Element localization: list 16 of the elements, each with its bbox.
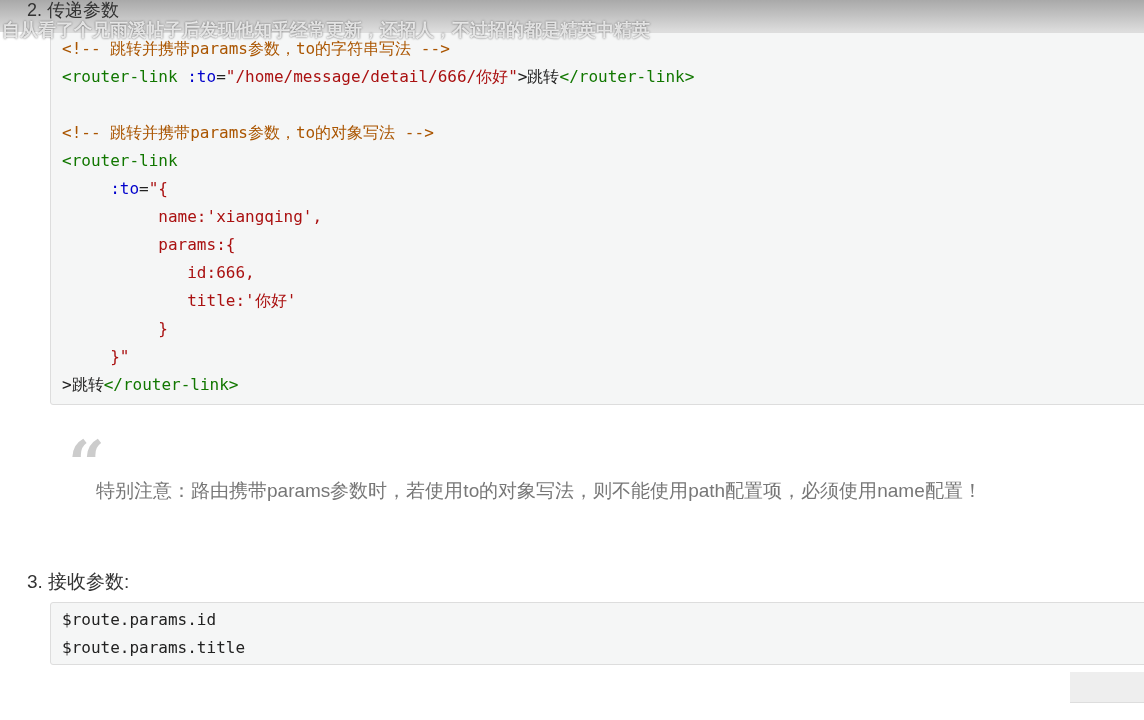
code-line: params:{: [157, 235, 236, 254]
code-line: $route.params.id: [62, 610, 217, 629]
code-line: id:666,: [186, 263, 255, 282]
section-heading: 3. 接收参数:: [27, 570, 130, 594]
code-line: :to="{: [109, 179, 168, 198]
code-line: name:'xiangqing',: [157, 207, 323, 226]
code-line: <!-- 跳转并携带params参数，to的字符串写法 -->: [62, 39, 450, 58]
code-line: <router-link: [62, 151, 178, 170]
code-line: }: [157, 319, 168, 338]
section-heading: 2. 传递参数: [27, 0, 119, 20]
code-line: title:'你好': [186, 291, 297, 310]
code-line: >跳转</router-link>: [62, 375, 239, 394]
code-line: }": [109, 347, 130, 366]
code-line: <router-link :to="/home/message/detail/666/你好">跳转</router-link>: [62, 67, 695, 86]
code-line: $route.params.title: [62, 638, 246, 657]
code-line: <!-- 跳转并携带params参数，to的对象写法 -->: [62, 123, 434, 142]
